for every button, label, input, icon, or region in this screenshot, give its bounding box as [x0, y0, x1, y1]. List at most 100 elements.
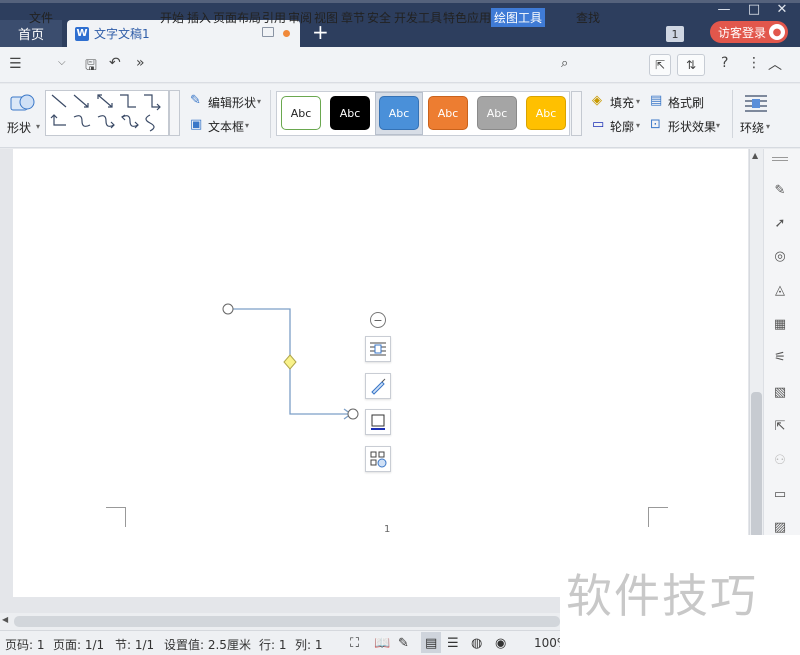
share-icon[interactable]: ⇱	[649, 54, 671, 76]
table-icon[interactable]: ▦	[771, 315, 789, 333]
pen-icon[interactable]: ✎	[771, 181, 789, 199]
adjust-icon[interactable]: ⚟	[771, 348, 789, 366]
style-preset[interactable]: Abc	[428, 96, 468, 130]
scroll-left-icon[interactable]: ◀	[2, 615, 8, 624]
outline-button[interactable]: 轮廓	[610, 118, 634, 135]
menu-start[interactable]: 开始	[160, 9, 184, 26]
style-preset[interactable]: Abc	[330, 96, 370, 130]
border-icon	[371, 414, 385, 430]
style-preset[interactable]: Abc	[477, 96, 517, 130]
share-icon[interactable]: ⇱	[771, 417, 789, 435]
horizontal-scroll-thumb[interactable]	[14, 616, 560, 627]
gallery-scrollbar[interactable]	[169, 90, 180, 136]
menu-chapter[interactable]: 章节	[341, 9, 365, 26]
collapse-ribbon-icon[interactable]: ︿	[768, 54, 782, 74]
fullscreen-icon[interactable]: ⛶	[350, 636, 359, 651]
chevron-down-icon[interactable]: ▾	[636, 97, 640, 106]
cursor-icon[interactable]: ➚	[771, 214, 789, 232]
shape-label[interactable]: 形状	[7, 119, 31, 136]
search-label[interactable]: 查找	[576, 9, 600, 26]
read-mode-icon[interactable]: 📖	[374, 636, 390, 651]
image-search-icon[interactable]: ▧	[771, 383, 789, 401]
outline-style-button[interactable]	[365, 409, 391, 435]
menu-review[interactable]: 审阅	[288, 9, 312, 26]
shape-icon[interactable]	[10, 93, 36, 118]
fill-button[interactable]: 填充	[610, 94, 634, 111]
textbox-icon[interactable]: ▣	[190, 117, 202, 132]
outline-view-icon[interactable]: ☰	[447, 636, 459, 651]
menu-insert[interactable]: 插入	[187, 9, 211, 26]
image-icon[interactable]: ▨	[771, 518, 789, 536]
menu-security[interactable]: 安全	[367, 9, 391, 26]
menu-developer[interactable]: 开发工具	[394, 9, 442, 26]
archive-icon[interactable]: ▭	[771, 485, 789, 503]
monitor-icon[interactable]	[262, 27, 274, 37]
more-icon[interactable]: ⋮	[747, 55, 761, 71]
line-style-button[interactable]	[365, 373, 391, 399]
format-painter-icon[interactable]: ▤	[650, 93, 662, 108]
menu-special[interactable]: 特色应用	[443, 9, 491, 26]
outline-icon[interactable]: ▭	[592, 117, 604, 132]
edit-shape-button[interactable]: 编辑形状	[208, 94, 256, 111]
web-view-icon[interactable]: ◍	[471, 636, 482, 651]
hamburger-icon[interactable]: ☰	[9, 56, 22, 72]
wps-writer-icon: W	[75, 26, 89, 41]
shape-gallery[interactable]	[45, 90, 169, 136]
status-col[interactable]: 列: 1	[295, 636, 323, 653]
close-icon[interactable]: ✕	[772, 2, 792, 17]
status-pages[interactable]: 页面: 1/1	[53, 636, 104, 653]
watermark: 软件技巧	[566, 569, 758, 623]
search-icon[interactable]: ⌕	[561, 56, 568, 71]
textbox-button[interactable]: 文本框	[208, 118, 244, 135]
page-view-glyph-icon: ▤	[425, 636, 438, 651]
maximize-icon[interactable]: □	[744, 2, 764, 17]
chevron-down-icon[interactable]: ▾	[245, 121, 249, 130]
wrap-icon[interactable]	[744, 93, 768, 116]
tab-drawing-tools[interactable]: 绘图工具	[491, 8, 546, 27]
wrap-button[interactable]: 环绕	[740, 119, 764, 136]
ribbon-separator	[732, 90, 733, 138]
format-painter-button[interactable]: 格式刷	[668, 94, 704, 111]
status-setting[interactable]: 设置值: 2.5厘米	[164, 636, 251, 653]
chevron-down-icon[interactable]: ▾	[36, 122, 40, 131]
shape-effects-button[interactable]: 形状效果	[668, 118, 716, 135]
style-preset[interactable]: Abc	[526, 96, 566, 130]
chevron-down-icon[interactable]: ▾	[257, 97, 261, 106]
fill-icon[interactable]: ◈	[592, 93, 602, 108]
wrap-text-layout-button[interactable]	[365, 336, 391, 362]
notification-badge[interactable]: 1	[666, 26, 684, 42]
chevron-down-icon[interactable]: ⌵	[58, 57, 66, 68]
edit-shape-icon[interactable]: ✎	[190, 93, 201, 108]
cloud-sync-icon[interactable]: ⇅	[677, 54, 705, 76]
ribbon-separator	[270, 90, 271, 138]
elbow-connector[interactable]	[218, 300, 368, 428]
minimize-icon[interactable]: —	[714, 2, 734, 17]
chevron-down-icon[interactable]: ▾	[716, 121, 720, 130]
shape-effects-icon[interactable]: ⊡	[650, 117, 661, 132]
scroll-up-icon[interactable]: ▲	[752, 151, 758, 160]
shapes-icon[interactable]: ◎	[771, 247, 789, 265]
style-preset[interactable]: Abc	[379, 96, 419, 130]
chevron-down-icon[interactable]: ▾	[636, 121, 640, 130]
save-icon[interactable]: 🖫	[85, 55, 97, 79]
eye-protection-icon[interactable]: ◉	[495, 636, 506, 651]
fill-bucket-icon[interactable]: ◬	[771, 281, 789, 299]
scroll-thumb[interactable]	[751, 392, 762, 538]
menu-page-layout[interactable]: 页面布局	[213, 9, 261, 26]
more-commands-icon[interactable]: »	[136, 55, 145, 71]
undo-icon[interactable]: ↶	[109, 55, 121, 71]
help-icon[interactable]: ?	[721, 55, 728, 71]
status-row[interactable]: 行: 1	[259, 636, 287, 653]
status-section[interactable]: 节: 1/1	[115, 636, 154, 653]
status-page-code[interactable]: 页码: 1	[5, 636, 45, 653]
menu-file[interactable]: 文件	[29, 9, 53, 26]
collapse-toolbar-icon[interactable]: −	[370, 312, 386, 328]
menu-reference[interactable]: 引用	[262, 9, 286, 26]
style-gallery-scrollbar[interactable]	[571, 91, 582, 136]
chevron-down-icon[interactable]: ▾	[766, 122, 770, 131]
login-button[interactable]: 访客登录 ●	[710, 21, 788, 43]
shape-options-button[interactable]	[365, 446, 391, 472]
edit-mode-icon[interactable]: ✎	[398, 636, 409, 651]
style-preset[interactable]: Abc	[281, 96, 321, 130]
menu-view[interactable]: 视图	[314, 9, 338, 26]
